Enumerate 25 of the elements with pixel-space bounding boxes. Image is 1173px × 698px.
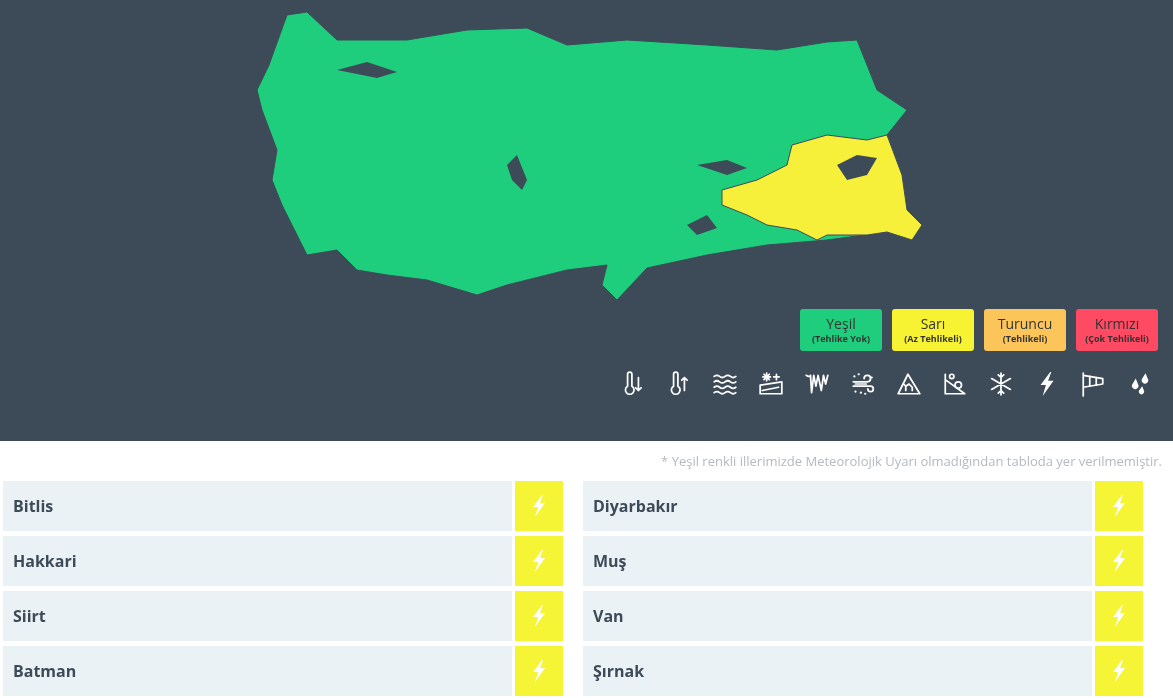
province-name: Şırnak	[583, 646, 1092, 696]
province-name: Batman	[3, 646, 512, 696]
legend-label: Yeşil	[826, 315, 856, 333]
icicles-icon	[804, 371, 830, 397]
wind-dust-icon	[850, 371, 876, 397]
legend-sublabel: (Çok Tehlikeli)	[1085, 333, 1149, 345]
mountain-icon	[896, 371, 922, 397]
legend-sublabel: (Tehlike Yok)	[811, 333, 870, 345]
province-name: Siirt	[3, 591, 512, 641]
province-name: Van	[583, 591, 1092, 641]
province-name: Muş	[583, 536, 1092, 586]
legend-label: Sarı	[920, 315, 946, 333]
windsock-icon	[1080, 371, 1106, 397]
legend-label: Turuncu	[997, 315, 1053, 333]
legend-sublabel: (Tehlikeli)	[1002, 333, 1048, 345]
legend-sublabel: (Az Tehlikeli)	[904, 333, 962, 345]
frozen-ground-icon	[758, 371, 784, 397]
province-name: Diyarbakır	[583, 481, 1092, 531]
falling-rock-icon	[942, 371, 968, 397]
snowflake-icon	[988, 371, 1014, 397]
legend-label: Kırmızı	[1094, 315, 1140, 333]
note-text: * Yeşil renkli illerimizde Meteorolojik Uyarı olmadığından tabloda yer verilmemiştir.	[660, 451, 1163, 472]
waves-icon	[712, 371, 738, 397]
province-name: Hakkari	[3, 536, 512, 586]
province-name: Bitlis	[3, 481, 512, 531]
